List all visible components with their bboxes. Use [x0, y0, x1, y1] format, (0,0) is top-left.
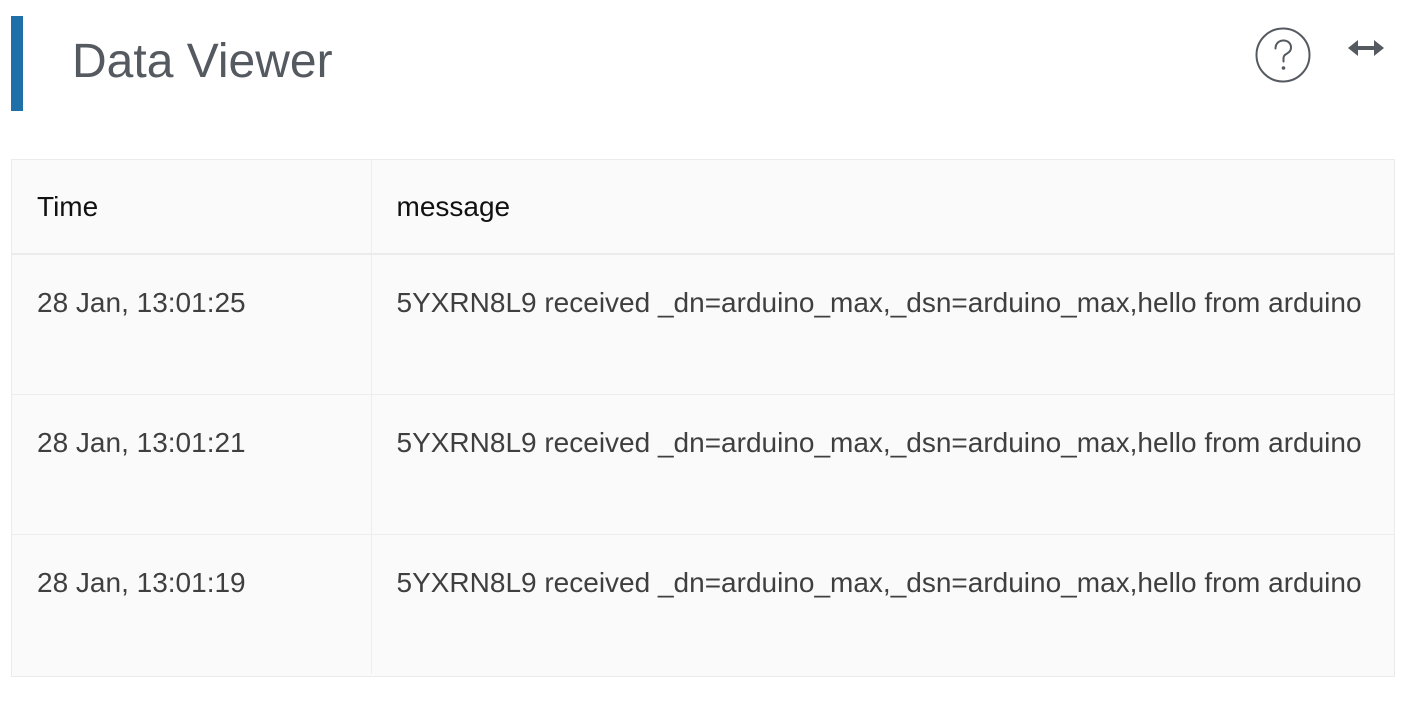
- cell-time: 28 Jan, 13:01:19: [12, 534, 372, 674]
- page-title: Data Viewer: [72, 35, 333, 88]
- cell-message: 5YXRN8L9 received _dn=arduino_max,_dsn=a…: [371, 394, 1394, 535]
- cell-time: 28 Jan, 13:01:25: [12, 254, 372, 395]
- cell-message: 5YXRN8L9 received _dn=arduino_max,_dsn=a…: [396, 566, 1362, 598]
- panel-header: Data Viewer: [0, 0, 1425, 130]
- cell-message: 5YXRN8L9 received _dn=arduino_max,_dsn=a…: [371, 254, 1394, 395]
- data-table-container: Time message 28 Jan, 13:01:25 5YXRN8L9 r…: [11, 159, 1395, 677]
- expand-width-button[interactable]: [1346, 34, 1386, 62]
- column-header-message[interactable]: message: [371, 160, 1394, 255]
- help-button[interactable]: [1255, 27, 1311, 83]
- table-row[interactable]: 28 Jan, 13:01:21 5YXRN8L9 received _dn=a…: [12, 394, 1394, 535]
- title-accent-bar: [11, 16, 23, 111]
- data-table: Time message 28 Jan, 13:01:25 5YXRN8L9 r…: [12, 160, 1394, 674]
- cell-time: 28 Jan, 13:01:21: [12, 394, 372, 535]
- horizontal-arrows-icon: [1348, 40, 1384, 56]
- table-row[interactable]: 28 Jan, 13:01:19 5YXRN8L9 received _dn=a…: [12, 534, 1394, 674]
- question-circle-icon: [1255, 27, 1311, 83]
- table-row[interactable]: 28 Jan, 13:01:25 5YXRN8L9 received _dn=a…: [12, 254, 1394, 395]
- column-header-time[interactable]: Time: [12, 160, 372, 255]
- table-header-row: Time message: [12, 160, 1394, 255]
